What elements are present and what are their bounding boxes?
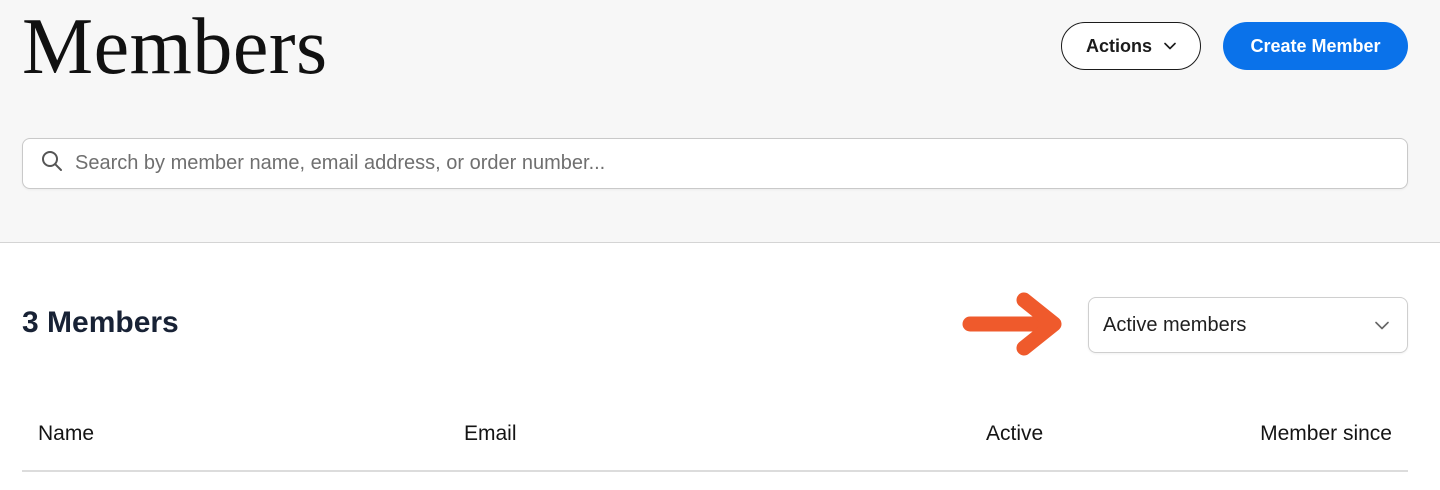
chevron-down-icon (1375, 321, 1389, 330)
page-title: Members (22, 3, 328, 91)
members-count-heading: 3 Members (22, 306, 179, 339)
actions-label: Actions (1085, 35, 1152, 56)
search-bar[interactable] (22, 138, 1408, 189)
column-header-name[interactable]: Name (38, 422, 94, 446)
header-section: Members Actions Create Member (0, 0, 1440, 243)
chevron-down-icon (1164, 42, 1176, 50)
column-header-active[interactable]: Active (986, 422, 1043, 446)
search-input[interactable] (75, 152, 1407, 175)
create-member-button[interactable]: Create Member (1223, 22, 1408, 70)
arrow-right-icon (962, 290, 1070, 363)
column-header-email[interactable]: Email (464, 422, 517, 446)
members-table-header: Name Email Active Member since (22, 412, 1408, 472)
member-status-filter[interactable]: Active members (1088, 297, 1408, 353)
actions-dropdown-button[interactable]: Actions (1061, 22, 1201, 70)
column-header-member-since[interactable]: Member since (1260, 422, 1392, 446)
filter-selected-value: Active members (1103, 313, 1247, 336)
search-icon (41, 150, 63, 177)
